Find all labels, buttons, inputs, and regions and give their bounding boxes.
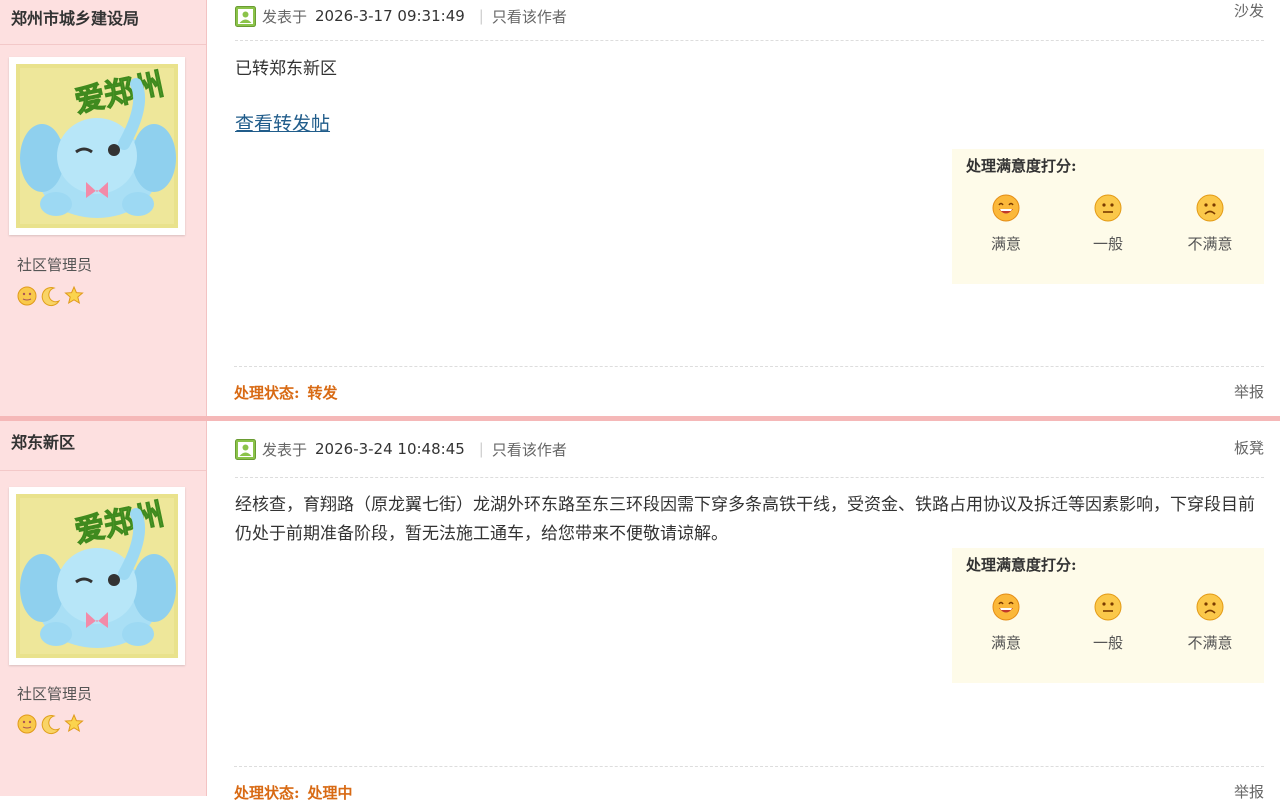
rating-dissatisfied[interactable]: 不满意 — [1175, 592, 1245, 653]
sad-face-icon — [1196, 194, 1224, 222]
rating-satisfied[interactable]: 满意 — [971, 592, 1041, 653]
post-1: 郑州市城乡建设局 爱郑州 社区管理员 发表于 2026-3-17 09:31:4… — [0, 0, 1280, 416]
rank-badges — [16, 285, 84, 307]
post-footer: 处理状态: 处理中 举报 — [234, 766, 1264, 807]
report-link[interactable]: 举报 — [1234, 381, 1264, 402]
satisfaction-rating: 处理满意度打分: 满意 一般 不满意 — [952, 548, 1264, 683]
rank-badges — [16, 713, 84, 735]
rating-satisfied[interactable]: 满意 — [971, 193, 1041, 254]
rating-label: 一般 — [1092, 634, 1123, 652]
post-text: 已转郑东新区 — [235, 59, 337, 79]
separator: | — [478, 440, 484, 458]
posted-label: 发表于 — [262, 440, 308, 459]
status-label-text: 处理状态: — [234, 784, 300, 802]
elephant-avatar-icon: 爱郑州 — [16, 494, 178, 658]
rating-label: 不满意 — [1187, 235, 1233, 253]
post-content: 已转郑东新区 查看转发帖 — [235, 55, 1264, 140]
post-content: 经核查，育翔路（原龙翼七街）龙湖外环东路至东三环段因需下穿多条高铁干线，受资金、… — [235, 491, 1264, 549]
post-2: 郑东新区 爱郑州 社区管理员 发表于 2026-3-24 10:48:45 | … — [0, 421, 1280, 802]
rating-neutral[interactable]: 一般 — [1073, 193, 1143, 254]
post-main: 发表于 2026-3-17 09:31:49 | 只看该作者 沙发 已转郑东新区… — [207, 0, 1280, 416]
status-value: 处理中 — [307, 784, 353, 802]
status-value: 转发 — [307, 384, 338, 402]
author-name[interactable]: 郑东新区 — [0, 421, 206, 471]
post-footer: 处理状态: 转发 举报 — [234, 366, 1264, 407]
post-header: 发表于 2026-3-24 10:48:45 | 只看该作者 板凳 — [235, 421, 1264, 478]
post-date: 2026-3-24 10:48:45 — [315, 440, 465, 458]
sun-badge-icon — [17, 714, 37, 734]
avatar[interactable]: 爱郑州 — [9, 487, 185, 665]
rating-title: 处理满意度打分: — [966, 157, 1077, 175]
online-user-icon — [235, 5, 256, 27]
rating-label: 一般 — [1092, 235, 1123, 253]
author-sidebar: 郑州市城乡建设局 爱郑州 社区管理员 — [0, 0, 207, 416]
user-role: 社区管理员 — [17, 685, 93, 703]
rating-label: 满意 — [990, 235, 1021, 253]
rating-dissatisfied[interactable]: 不满意 — [1175, 193, 1245, 254]
posted-label: 发表于 — [262, 7, 308, 26]
happy-face-icon — [992, 194, 1020, 222]
post-header: 发表于 2026-3-17 09:31:49 | 只看该作者 沙发 — [235, 0, 1264, 41]
only-author-link[interactable]: 只看该作者 — [492, 6, 567, 27]
floor-number[interactable]: 板凳 — [1234, 437, 1264, 458]
user-role: 社区管理员 — [17, 256, 93, 274]
rating-title: 处理满意度打分: — [966, 556, 1077, 574]
online-user-icon — [235, 438, 256, 460]
satisfaction-rating: 处理满意度打分: 满意 一般 不满意 — [952, 149, 1264, 284]
rating-label: 满意 — [990, 634, 1021, 652]
author-name[interactable]: 郑州市城乡建设局 — [0, 0, 206, 45]
author-sidebar: 郑东新区 爱郑州 社区管理员 — [0, 421, 207, 796]
avatar[interactable]: 爱郑州 — [9, 57, 185, 235]
status-label-text: 处理状态: — [234, 384, 300, 402]
moon-badge-icon — [41, 287, 61, 307]
view-forwarded-link[interactable]: 查看转发帖 — [235, 110, 330, 139]
happy-face-icon — [992, 593, 1020, 621]
report-link[interactable]: 举报 — [1234, 781, 1264, 802]
neutral-face-icon — [1094, 593, 1122, 621]
star-badge-icon — [64, 285, 84, 305]
post-main: 发表于 2026-3-24 10:48:45 | 只看该作者 板凳 经核查，育翔… — [207, 421, 1280, 796]
status-label: 处理状态: 转发 — [234, 382, 338, 403]
neutral-face-icon — [1094, 194, 1122, 222]
moon-badge-icon — [41, 715, 61, 735]
post-date: 2026-3-17 09:31:49 — [315, 7, 465, 25]
only-author-link[interactable]: 只看该作者 — [492, 439, 567, 460]
sad-face-icon — [1196, 593, 1224, 621]
star-badge-icon — [64, 713, 84, 733]
floor-number[interactable]: 沙发 — [1234, 0, 1264, 21]
post-text: 经核查，育翔路（原龙翼七街）龙湖外环东路至东三环段因需下穿多条高铁干线，受资金、… — [235, 495, 1255, 544]
elephant-avatar-icon: 爱郑州 — [16, 64, 178, 228]
rating-label: 不满意 — [1187, 634, 1233, 652]
sun-badge-icon — [17, 286, 37, 306]
separator: | — [478, 7, 484, 25]
rating-neutral[interactable]: 一般 — [1073, 592, 1143, 653]
status-label: 处理状态: 处理中 — [234, 782, 353, 803]
